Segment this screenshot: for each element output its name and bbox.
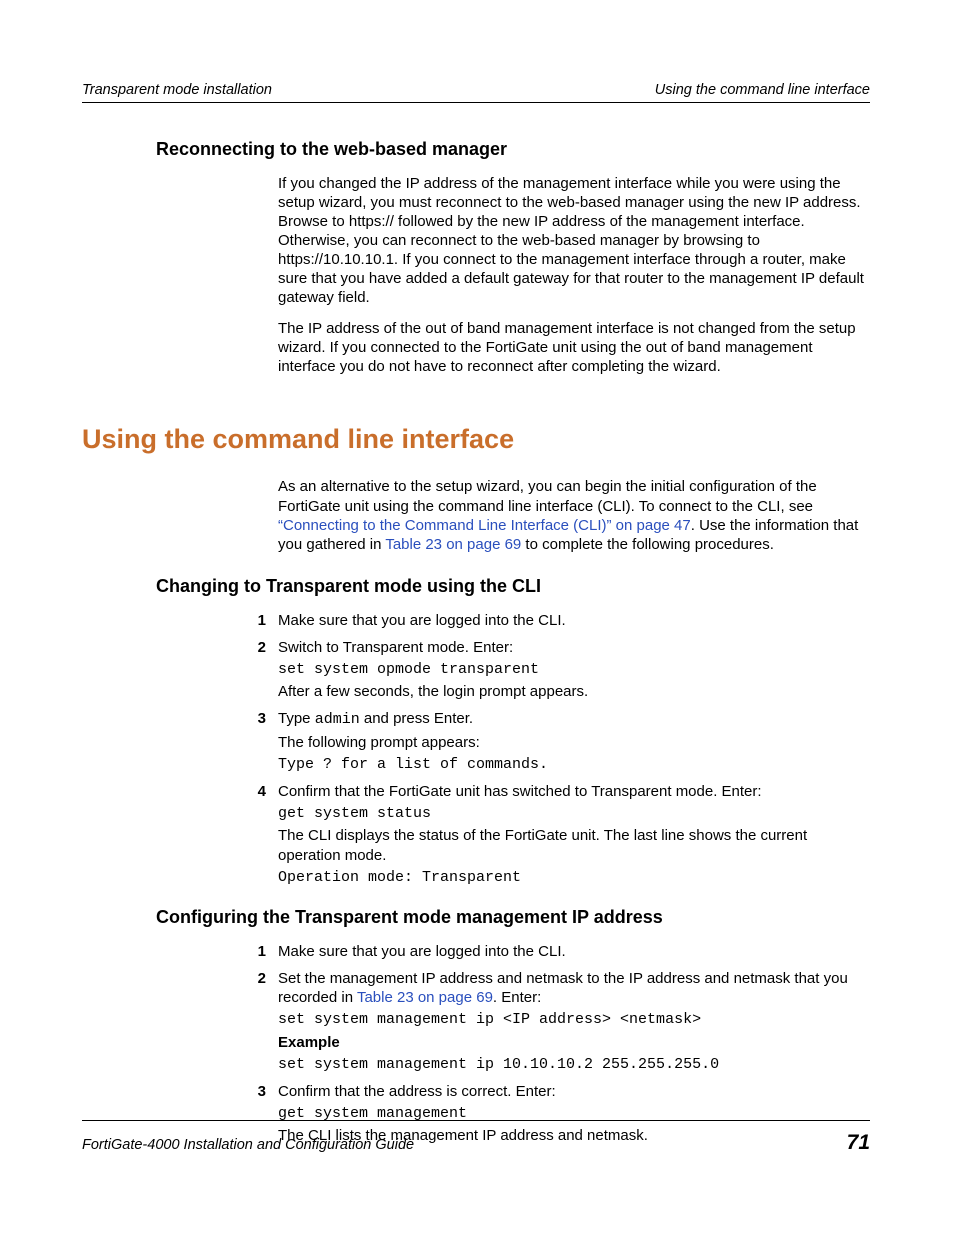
step-3: 3 Type admin and press Enter. The follow… — [246, 709, 870, 774]
step-2-text: Switch to Transparent mode. Enter: — [278, 638, 866, 657]
link-connecting-cli[interactable]: “Connecting to the Command Line Interfac… — [278, 517, 691, 534]
running-header: Transparent mode installation Using the … — [82, 82, 870, 98]
step-number: 3 — [246, 1082, 266, 1101]
step-3-pre: Type — [278, 710, 315, 727]
step-3-prompt-label: The following prompt appears: — [278, 733, 866, 752]
step-1-text: Make sure that you are logged into the C… — [278, 611, 866, 630]
header-right: Using the command line interface — [655, 82, 870, 98]
step-1: 1 Make sure that you are logged into the… — [246, 611, 870, 630]
step-ip-1: 1 Make sure that you are logged into the… — [246, 942, 870, 961]
body-cli-intro: As an alternative to the setup wizard, y… — [278, 477, 866, 553]
step-number: 4 — [246, 782, 266, 801]
para-reconnecting-1: If you changed the IP address of the man… — [278, 174, 866, 307]
footer-rule — [82, 1120, 870, 1121]
step-3-text: Type admin and press Enter. — [278, 709, 866, 729]
step-number: 2 — [246, 969, 266, 988]
header-rule — [82, 102, 870, 103]
heading-using-cli: Using the command line interface — [82, 424, 870, 455]
link-table-23-b[interactable]: Table 23 on page 69 — [357, 989, 493, 1006]
step-2-after: After a few seconds, the login prompt ap… — [278, 682, 866, 701]
step-2-code: set system opmode transparent — [278, 660, 866, 679]
intro-text-pre: As an alternative to the setup wizard, y… — [278, 478, 817, 514]
steps-configuring-ip: 1 Make sure that you are logged into the… — [246, 942, 870, 1146]
step-3-prompt: Type ? for a list of commands. — [278, 755, 866, 774]
link-table-23-a[interactable]: Table 23 on page 69 — [385, 536, 521, 553]
step-4-code-1: get system status — [278, 804, 866, 823]
header-left: Transparent mode installation — [82, 82, 272, 98]
body-reconnecting: If you changed the IP address of the man… — [278, 174, 866, 376]
step-ip-1-text: Make sure that you are logged into the C… — [278, 942, 866, 961]
heading-reconnecting: Reconnecting to the web-based manager — [156, 139, 870, 160]
step-4-text: Confirm that the FortiGate unit has swit… — [278, 782, 866, 801]
para-cli-intro: As an alternative to the setup wizard, y… — [278, 477, 866, 553]
step-ip-2: 2 Set the management IP address and netm… — [246, 969, 870, 1074]
step-ip-2-code-2: set system management ip 10.10.10.2 255.… — [278, 1055, 866, 1074]
step-4-desc: The CLI displays the status of the Forti… — [278, 826, 866, 864]
document-page: Transparent mode installation Using the … — [0, 0, 954, 1235]
step-2: 2 Switch to Transparent mode. Enter: set… — [246, 638, 870, 702]
intro-text-post: to complete the following procedures. — [521, 536, 774, 553]
step-3-code-inline: admin — [315, 711, 360, 728]
footer-title: FortiGate-4000 Installation and Configur… — [82, 1137, 414, 1153]
step-ip-2-text: Set the management IP address and netmas… — [278, 969, 866, 1007]
step-4-code-2: Operation mode: Transparent — [278, 868, 866, 887]
page-number: 71 — [847, 1131, 870, 1155]
footer: FortiGate-4000 Installation and Configur… — [82, 1120, 870, 1155]
para-reconnecting-2: The IP address of the out of band manage… — [278, 319, 866, 376]
step-ip-2-post: . Enter: — [493, 989, 541, 1006]
step-number: 3 — [246, 709, 266, 728]
step-number: 2 — [246, 638, 266, 657]
step-number: 1 — [246, 611, 266, 630]
step-4: 4 Confirm that the FortiGate unit has sw… — [246, 782, 870, 887]
heading-changing-transparent: Changing to Transparent mode using the C… — [156, 576, 870, 597]
example-label: Example — [278, 1033, 866, 1052]
step-number: 1 — [246, 942, 266, 961]
step-ip-2-code-1: set system management ip <IP address> <n… — [278, 1010, 866, 1029]
heading-configuring-ip: Configuring the Transparent mode managem… — [156, 907, 870, 928]
step-3-post: and press Enter. — [360, 710, 473, 727]
step-ip-3-text: Confirm that the address is correct. Ent… — [278, 1082, 866, 1101]
steps-changing-transparent: 1 Make sure that you are logged into the… — [246, 611, 870, 887]
